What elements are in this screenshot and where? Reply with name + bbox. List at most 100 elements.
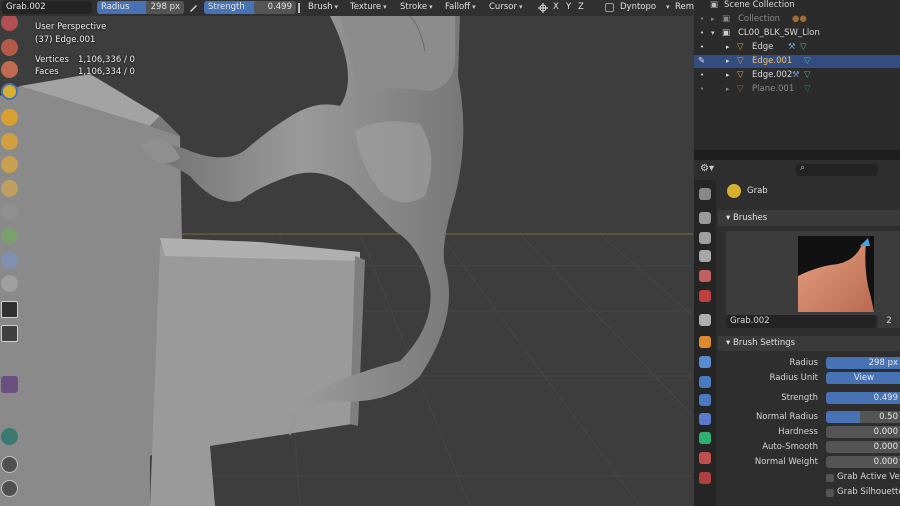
output-tab-icon[interactable]	[699, 232, 711, 244]
dyntopo-label[interactable]: Dyntopo	[620, 1, 656, 14]
grab-brush-icon[interactable]	[1, 83, 18, 100]
material-tab-icon[interactable]	[699, 452, 711, 464]
data-tab-icon[interactable]	[699, 432, 711, 444]
mirror-z-toggle[interactable]: Z	[578, 1, 584, 14]
collection-tab-icon[interactable]	[699, 314, 711, 326]
move-icon[interactable]	[1, 456, 18, 473]
remesh-menu[interactable]: Rem	[675, 1, 694, 14]
setting-radius-label: Radius	[789, 358, 818, 368]
brush-name-field[interactable]: Grab.002	[726, 315, 876, 328]
grab-active-vertex-checkbox[interactable]	[826, 474, 834, 482]
stat-faces-value: 1,106,334 / 0	[78, 67, 135, 77]
slide-relax-icon[interactable]	[1, 227, 18, 244]
particles-tab-icon[interactable]	[699, 376, 711, 388]
scene-tab-icon[interactable]	[699, 270, 711, 282]
outliner-item-edge-001[interactable]: ✎ ▸ ▽ Edge.001 ▽	[694, 55, 900, 68]
rotate-brush-icon[interactable]	[1, 203, 18, 220]
visibility-dot: •	[700, 29, 705, 37]
setting-radius-unit-field[interactable]: View	[826, 372, 900, 384]
setting-radius-field[interactable]: 298 px	[826, 357, 900, 369]
view-layer-tab-icon[interactable]	[699, 250, 711, 262]
mirror-y-toggle[interactable]: Y	[566, 1, 571, 14]
cursor-menu[interactable]: Cursor ▾	[489, 1, 522, 14]
tool-header: Grab.002 Radius 298 px Strength 0.499 Br…	[0, 0, 694, 16]
modifier-tab-icon[interactable]	[699, 356, 711, 368]
face-set-edit-icon[interactable]	[1, 428, 18, 445]
layer-brush-icon[interactable]	[1, 61, 18, 78]
object-tab-icon[interactable]	[699, 336, 711, 348]
mesh-filter-icon[interactable]	[1, 376, 18, 393]
tool-title: Grab	[747, 186, 768, 196]
setting-radius-unit-label: Radius Unit	[769, 373, 818, 383]
strength-label[interactable]: Strength	[204, 1, 258, 14]
texture-menu[interactable]: Texture ▾	[350, 1, 387, 14]
outliner-scene-collection[interactable]: ▣ Scene Collection	[694, 0, 900, 12]
tool-name-field[interactable]: Grab.002	[2, 1, 92, 14]
stroke-menu[interactable]: Stroke ▾	[400, 1, 433, 14]
world-tab-icon[interactable]	[699, 290, 711, 302]
outliner-item-plane-001[interactable]: • ▸ ▽ Plane.001 ▽	[694, 83, 900, 96]
mesh-data-icon: ▽	[804, 84, 811, 94]
pressure-divider	[298, 3, 300, 13]
brush-thumbnail[interactable]	[798, 236, 874, 312]
render-tab-icon[interactable]	[699, 212, 711, 224]
nudge-brush-icon[interactable]	[1, 180, 18, 197]
mesh-data-icon: ▽	[804, 56, 811, 66]
editor-divider	[694, 150, 900, 160]
constraints-tab-icon[interactable]	[699, 413, 711, 425]
draw-brush-icon[interactable]	[1, 16, 18, 31]
outliner-item-cl00[interactable]: • ▾ ▣ CL00_BLK_SW_Llon	[694, 27, 900, 40]
pose-brush-icon[interactable]	[1, 156, 18, 173]
tool-tab-icon[interactable]	[699, 188, 711, 200]
collapsed-arrow-icon[interactable]: ▸	[726, 83, 730, 96]
setting-auto-smooth-label: Auto-Smooth	[762, 442, 818, 452]
grab-tool-icon	[727, 184, 741, 198]
editor-type-icon[interactable]: ⚙▾	[700, 163, 720, 177]
physics-tab-icon[interactable]	[699, 394, 711, 406]
setting-normal-radius-field[interactable]: 0.50	[826, 411, 900, 423]
collection-icon: ▣	[722, 28, 731, 38]
setting-strength-field[interactable]: 0.499	[826, 392, 900, 404]
dyntopo-dropdown[interactable]: ▾	[664, 1, 670, 14]
setting-normal-weight-label: Normal Weight	[754, 457, 818, 467]
properties-search-input[interactable]: ⌕	[796, 163, 878, 176]
cloth-brush-icon[interactable]	[1, 252, 18, 269]
visibility-dot: •	[700, 85, 705, 93]
setting-auto-smooth-field[interactable]: 0.000	[826, 441, 900, 453]
falloff-menu[interactable]: Falloff ▾	[445, 1, 476, 14]
thumb-brush-icon[interactable]	[1, 133, 18, 150]
symmetry-icon[interactable]	[537, 2, 549, 14]
snake-hook-icon[interactable]	[1, 109, 18, 126]
rotate-transform-icon[interactable]	[1, 480, 18, 497]
outliner-item-collection[interactable]: • ▸ ▣ Collection ●●	[694, 13, 900, 26]
dyntopo-checkbox[interactable]	[605, 3, 614, 12]
brushes-header: ▾ Brushes	[726, 213, 768, 223]
grab-silhouette-checkbox[interactable]	[826, 489, 834, 497]
view-name: User Perspective	[35, 22, 107, 32]
expanded-arrow-icon[interactable]: ▾	[711, 27, 715, 40]
collapsed-arrow-icon[interactable]: ▸	[711, 13, 715, 26]
box-mask-icon[interactable]	[1, 301, 18, 318]
outliner-item-edge[interactable]: • ▸ ▽ Edge ⚒ ▽	[694, 41, 900, 54]
strength-field[interactable]: 0.499	[254, 1, 296, 14]
outliner-item-edge-002[interactable]: • ▸ ▽ Edge.002 ⚒ ▽	[694, 69, 900, 82]
box-hide-icon[interactable]	[1, 325, 18, 342]
brush-menu[interactable]: Brush ▾	[308, 1, 338, 14]
collapsed-arrow-icon[interactable]: ▸	[726, 55, 730, 68]
mirror-x-toggle[interactable]: X	[553, 1, 559, 14]
collapsed-arrow-icon[interactable]: ▸	[726, 41, 730, 54]
brush-users-count[interactable]: 2	[878, 315, 900, 328]
3d-viewport[interactable]: User Perspective (37) Edge.001 Vertices …	[0, 16, 693, 506]
setting-hardness-field[interactable]: 0.000	[826, 426, 900, 438]
collection-icon: ▣	[722, 14, 731, 24]
pen-pressure-icon[interactable]	[188, 3, 198, 13]
brush-settings-header: ▾ Brush Settings	[726, 338, 796, 348]
setting-normal-weight-field[interactable]: 0.000	[826, 456, 900, 468]
simplify-brush-icon[interactable]	[1, 275, 18, 292]
expanded-arrow-icon: ▾	[726, 338, 733, 348]
radius-field[interactable]: 298 px	[146, 1, 184, 14]
clay-brush-icon[interactable]	[1, 39, 18, 56]
collapsed-arrow-icon[interactable]: ▸	[726, 69, 730, 82]
radius-label[interactable]: Radius	[97, 1, 149, 14]
texture-tab-icon[interactable]	[699, 472, 711, 484]
